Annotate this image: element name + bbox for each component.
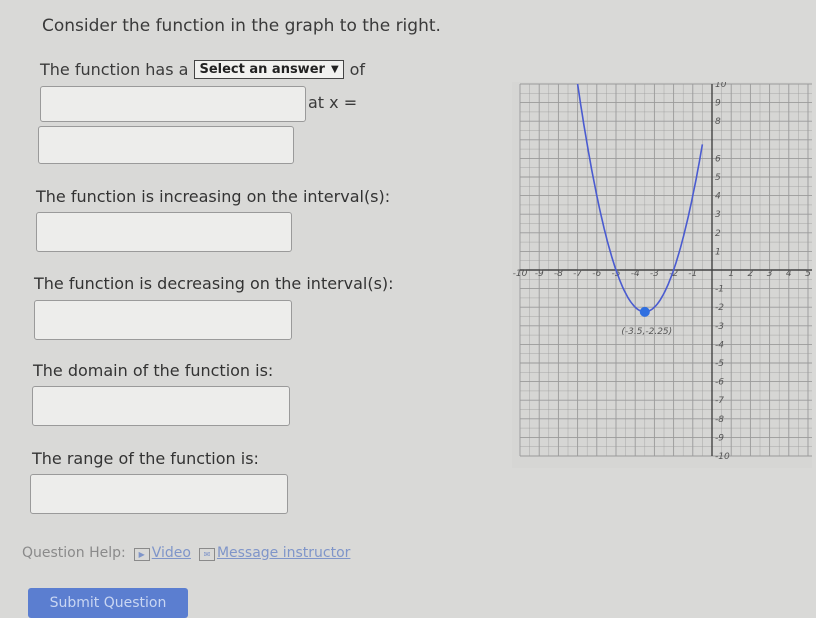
submit-question-button[interactable]: Submit Question bbox=[28, 588, 188, 618]
vertex-point bbox=[639, 306, 650, 317]
y-tick-label: -7 bbox=[715, 396, 724, 406]
extremum-select[interactable]: Select an answer ▼ bbox=[194, 60, 344, 79]
y-tick-label: 10 bbox=[715, 82, 727, 90]
x-tick-label: -9 bbox=[535, 269, 544, 279]
extremum-value-input[interactable] bbox=[40, 86, 306, 122]
domain-input[interactable] bbox=[32, 386, 290, 426]
x-tick-label: -1 bbox=[688, 269, 697, 279]
y-tick-label: 8 bbox=[715, 117, 721, 127]
y-tick-label: -6 bbox=[715, 378, 724, 388]
y-tick-label: -3 bbox=[715, 322, 724, 332]
chevron-down-icon: ▼ bbox=[330, 64, 339, 75]
video-link[interactable]: ▶ Video bbox=[133, 545, 191, 561]
video-icon: ▶ bbox=[133, 548, 150, 561]
y-tick-label: -1 bbox=[715, 285, 724, 295]
mail-icon: ✉ bbox=[198, 548, 215, 561]
range-label: The range of the function is: bbox=[32, 449, 259, 468]
x-tick-label: 2 bbox=[748, 269, 754, 279]
x-tick-label: 5 bbox=[805, 269, 811, 279]
x-tick-label: -3 bbox=[650, 269, 659, 279]
y-tick-label: -2 bbox=[715, 303, 724, 313]
x-tick-label: -8 bbox=[554, 269, 563, 279]
vertex-label: (-3.5,-2.25) bbox=[621, 327, 672, 337]
question-title: Consider the function in the graph to th… bbox=[42, 16, 441, 36]
y-tick-label: 1 bbox=[715, 247, 721, 257]
y-tick-label: -4 bbox=[715, 340, 724, 350]
x-tick-label: -4 bbox=[631, 269, 640, 279]
increasing-label: The function is increasing on the interv… bbox=[36, 187, 391, 206]
y-tick-label: 5 bbox=[715, 173, 721, 183]
extremum-row: The function has a Select an answer ▼ of bbox=[40, 60, 365, 79]
y-tick-label: -5 bbox=[715, 359, 724, 369]
decreasing-input[interactable] bbox=[34, 300, 292, 340]
decreasing-label: The function is decreasing on the interv… bbox=[34, 274, 394, 293]
increasing-input[interactable] bbox=[36, 212, 292, 252]
x-tick-label: -6 bbox=[592, 269, 601, 279]
row1-prefix: The function has a bbox=[40, 60, 189, 79]
domain-label: The domain of the function is: bbox=[33, 361, 274, 380]
message-link-text: Message instructor bbox=[216, 545, 351, 561]
y-tick-label: 4 bbox=[715, 192, 721, 202]
row1-suffix: of bbox=[349, 60, 366, 79]
at-x-label: at x = bbox=[308, 93, 358, 112]
x-tick-label: -7 bbox=[573, 269, 582, 279]
x-tick-label: 1 bbox=[728, 269, 734, 279]
video-link-text: Video bbox=[151, 545, 191, 561]
y-tick-label: -9 bbox=[715, 433, 724, 443]
message-instructor-link[interactable]: ✉ Message instructor bbox=[198, 545, 351, 561]
y-tick-label: 9 bbox=[715, 99, 721, 109]
function-graph: -10 -9 -8 -7 -6 -5 -4 -3 -2 -1 1 2 3 4 51098654321-1-2… bbox=[512, 82, 812, 468]
x-tick-label: 3 bbox=[767, 269, 773, 279]
select-value: Select an answer bbox=[199, 62, 325, 77]
y-tick-label: -10 bbox=[715, 452, 730, 462]
question-help: Question Help: ▶ Video ✉ Message instructo… bbox=[22, 545, 350, 561]
x-tick-label: -10 bbox=[513, 269, 528, 279]
y-tick-label: -8 bbox=[715, 415, 724, 425]
y-tick-label: 6 bbox=[715, 154, 721, 164]
y-tick-label: 2 bbox=[715, 229, 721, 239]
x-tick-label: 4 bbox=[786, 269, 792, 279]
help-label: Question Help: bbox=[22, 545, 126, 561]
y-tick-label: 3 bbox=[715, 210, 721, 220]
at-x-input[interactable] bbox=[38, 126, 294, 164]
range-input[interactable] bbox=[30, 474, 288, 514]
